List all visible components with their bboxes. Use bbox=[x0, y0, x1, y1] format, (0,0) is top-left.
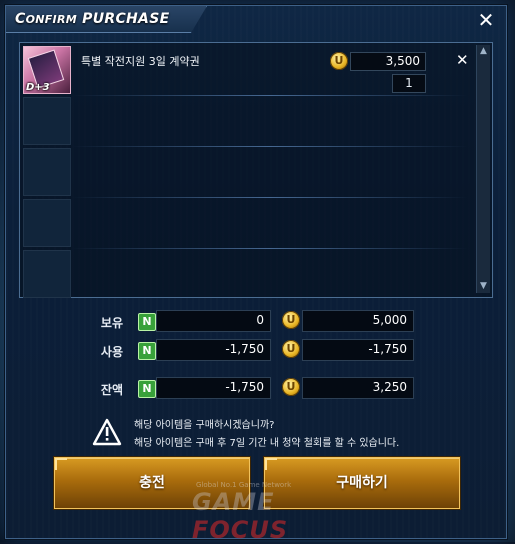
confirm-purchase-dialog: CONFIRM PURCHASE ✕ D+3 특별 작전지원 3일 계약권 3,… bbox=[5, 5, 507, 544]
item-list: D+3 특별 작전지원 3일 계약권 3,500 1 ✕ ▲ ▼ bbox=[19, 42, 493, 298]
balance-n-value: -1,750 bbox=[156, 377, 271, 399]
item-price-field: 3,500 bbox=[350, 52, 426, 71]
refund-policy-text: 해당 아이템은 구매 후 7일 기간 내 청약 철회를 할 수 있습니다. bbox=[134, 438, 400, 449]
n-currency-icon: N bbox=[138, 342, 156, 360]
empty-slot bbox=[23, 148, 71, 196]
coin-icon bbox=[282, 340, 300, 358]
n-currency-icon: N bbox=[138, 380, 156, 398]
coin-icon bbox=[282, 378, 300, 396]
watermark-logo: GAME FOCUS bbox=[192, 488, 289, 544]
owned-n-value: 0 bbox=[156, 310, 271, 332]
empty-slot bbox=[23, 250, 71, 298]
owned-u-value: 5,000 bbox=[302, 310, 414, 332]
coin-icon bbox=[330, 52, 348, 70]
remove-item-button[interactable]: ✕ bbox=[456, 51, 469, 69]
item-name: 특별 작전지원 3일 계약권 bbox=[81, 55, 200, 68]
used-u-value: -1,750 bbox=[302, 339, 414, 361]
coin-icon bbox=[282, 311, 300, 329]
scroll-up-arrow-icon[interactable]: ▲ bbox=[478, 46, 489, 57]
row-divider bbox=[72, 95, 468, 96]
warning-icon bbox=[92, 418, 122, 446]
scroll-down-arrow-icon[interactable]: ▼ bbox=[478, 281, 489, 292]
dialog-title: CONFIRM PURCHASE bbox=[15, 11, 170, 27]
list-scrollbar[interactable]: ▲ ▼ bbox=[476, 45, 490, 293]
row-divider bbox=[72, 197, 468, 198]
empty-slot bbox=[23, 199, 71, 247]
owned-label: 보유 bbox=[100, 316, 123, 330]
buy-button[interactable]: 구매하기 bbox=[264, 457, 460, 509]
row-divider bbox=[72, 146, 468, 147]
row-divider bbox=[72, 248, 468, 249]
n-currency-icon: N bbox=[138, 313, 156, 331]
item-duration-badge: D+3 bbox=[26, 82, 50, 93]
close-button[interactable]: ✕ bbox=[474, 8, 498, 32]
balance-label: 잔액 bbox=[100, 383, 123, 397]
empty-slot bbox=[23, 97, 71, 145]
item-thumbnail: D+3 bbox=[23, 46, 71, 94]
item-quantity-field[interactable]: 1 bbox=[392, 74, 426, 93]
used-n-value: -1,750 bbox=[156, 339, 271, 361]
balance-u-value: 3,250 bbox=[302, 377, 414, 399]
confirm-question-text: 해당 아이템을 구매하시겠습니까? bbox=[134, 420, 275, 431]
used-label: 사용 bbox=[100, 345, 123, 359]
